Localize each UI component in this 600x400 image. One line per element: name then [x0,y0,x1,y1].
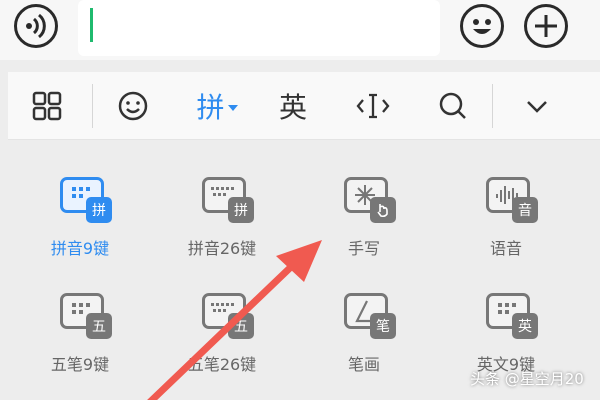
english-tab-label: 英 [278,91,307,124]
emoji-icon [473,19,491,34]
chevron-down-icon [527,101,547,113]
pinyin-tab-label: 拼 [196,91,225,124]
keyboard-9-icon: 拼 [60,177,116,227]
toolbar-collapse-button[interactable] [512,80,562,132]
plus-icon [535,15,557,37]
mode-badge: 英 [512,313,538,339]
mode-label: 手写 [347,239,380,258]
keyboard-wubi26-icon: 五 [202,293,258,343]
mode-badge: 音 [512,197,538,223]
chevron-down-icon [227,105,238,111]
mode-stroke[interactable]: 笔 笔画 [304,293,424,393]
keyboard-wubi9-icon: 五 [60,293,116,343]
chat-input-bar [0,0,600,60]
message-input[interactable] [78,0,440,56]
text-caret [90,8,93,42]
voice-input-icon: 音 [486,177,542,227]
toolbar-search-button[interactable] [428,80,478,132]
input-mode-grid: 拼 拼音9键 拼 拼音26键 手写 音 语音 五 五笔9键 五 五笔26键 笔 … [8,141,600,400]
smile-icon [118,91,148,121]
keyboard-26-icon: 拼 [202,177,258,227]
grid-icon [32,91,62,121]
search-icon [439,92,466,119]
mode-badge: 五 [228,313,254,339]
mode-wubi-9[interactable]: 五 五笔9键 [20,293,140,393]
plus-button[interactable] [524,4,568,48]
mode-handwriting[interactable]: 手写 [304,177,424,277]
mode-badge: 拼 [228,197,254,223]
toolbar-cursor-button[interactable] [348,80,398,132]
voice-icon [26,13,46,39]
cursor-move-icon [356,93,390,119]
emoji-button[interactable] [460,4,504,48]
mode-label: 笔画 [347,355,380,374]
mode-pinyin-9[interactable]: 拼 拼音9键 [20,177,140,277]
mode-badge: 笔 [370,313,396,339]
mode-badge: 拼 [86,197,112,223]
toolbar-english-tab[interactable]: 英 [268,80,318,132]
keyboard-english9-icon: 英 [486,293,542,343]
mode-label: 五笔26键 [187,355,257,374]
handwriting-icon [344,177,400,227]
mode-label: 拼音9键 [50,239,110,258]
mode-label: 五笔9键 [50,355,110,374]
mode-label: 拼音26键 [187,239,257,258]
mode-voice[interactable]: 音 语音 [446,177,566,277]
toolbar-pinyin-tab[interactable]: 拼 [186,80,248,132]
voice-button[interactable] [14,4,58,48]
toolbar-divider [492,84,493,128]
toolbar-divider [92,84,93,128]
stroke-icon: 笔 [344,293,400,343]
mode-pinyin-26[interactable]: 拼 拼音26键 [162,177,282,277]
toolbar-emoji-button[interactable] [108,80,158,132]
mode-badge: 五 [86,313,112,339]
keyboard-toolbar: 拼 英 [8,72,600,140]
toolbar-grid-button[interactable] [22,80,72,132]
watermark: 头条 @星空月20 [470,370,584,388]
mode-label: 语音 [489,239,522,258]
mode-wubi-26[interactable]: 五 五笔26键 [162,293,282,393]
